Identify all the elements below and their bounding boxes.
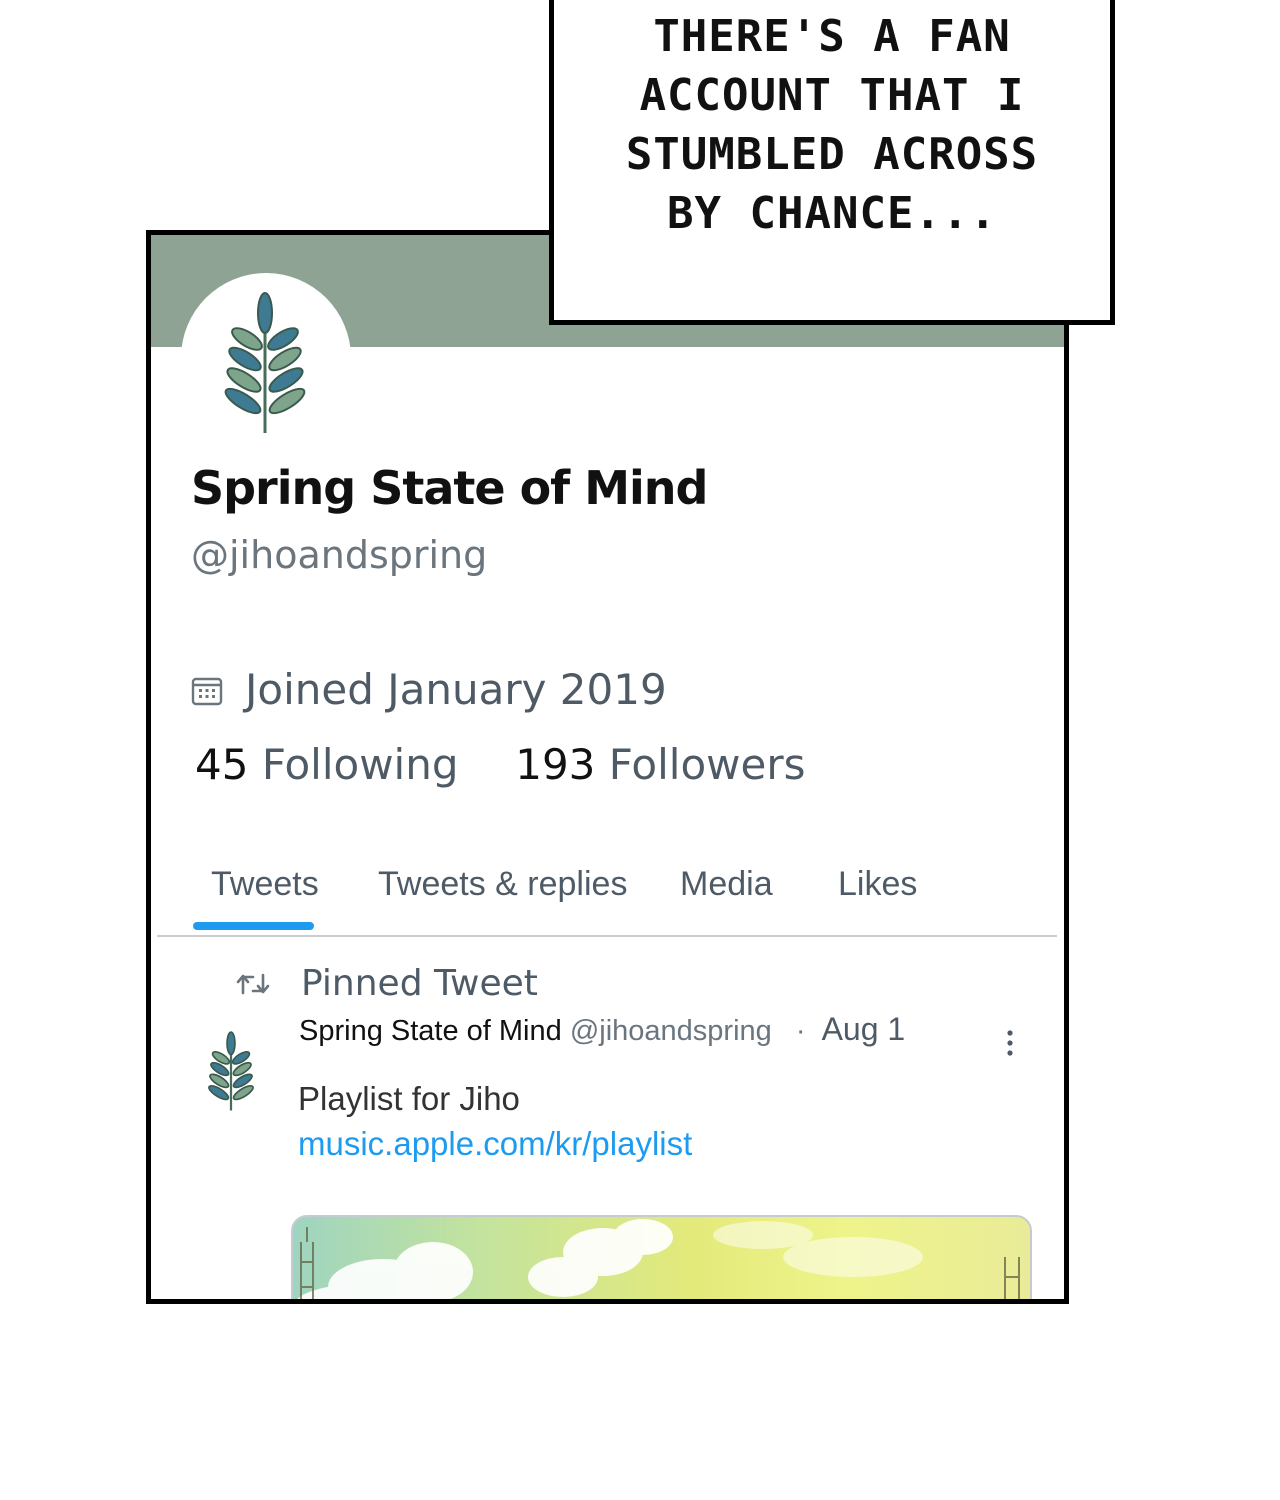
tab-media[interactable]: Media: [680, 865, 773, 904]
media-clouds-illustration: [297, 1219, 1020, 1299]
tweet-media-image[interactable]: [291, 1215, 1032, 1299]
more-options-icon[interactable]: [1005, 1028, 1015, 1058]
profile-avatar[interactable]: [181, 273, 351, 443]
calendar-icon: [191, 677, 223, 705]
tab-tweets[interactable]: Tweets: [211, 865, 319, 904]
pinned-label: Pinned Tweet: [301, 963, 538, 1004]
following-label: Following: [261, 740, 459, 789]
joined-date: Joined January 2019: [191, 665, 667, 714]
narration-caption-box: THERE'S A FAN ACCOUNT THAT I STUMBLED AC…: [549, 0, 1115, 325]
pinned-indicator: Pinned Tweet: [235, 963, 538, 1004]
tab-likes[interactable]: Likes: [838, 865, 917, 904]
tweet-text: Playlist for Jiho: [298, 1080, 520, 1117]
tweet-avatar-icon[interactable]: [203, 1030, 259, 1116]
tab-tweets-replies[interactable]: Tweets & replies: [378, 865, 627, 904]
tweet-link[interactable]: music.apple.com/kr/playlist: [298, 1125, 692, 1163]
joined-text: Joined January 2019: [245, 665, 667, 714]
tweet-separator: ·: [795, 1015, 806, 1047]
retweet-icon: [236, 973, 270, 994]
caption-text: THERE'S A FAN ACCOUNT THAT I STUMBLED AC…: [625, 11, 1039, 239]
active-tab-indicator: [193, 922, 314, 930]
followers-link[interactable]: 193 Followers: [515, 740, 805, 789]
profile-handle: @jihoandspring: [191, 533, 488, 577]
tabs-divider: [157, 935, 1057, 937]
follow-stats: 45 Following 193 Followers: [195, 740, 806, 789]
followers-label: Followers: [608, 740, 806, 789]
tweet-handle[interactable]: @jihoandspring: [570, 1015, 772, 1047]
tweet-author[interactable]: Spring State of Mind: [299, 1015, 562, 1047]
following-link[interactable]: 45 Following: [195, 740, 472, 789]
leaf-sprig-icon: [224, 292, 306, 433]
profile-name: Spring State of Mind: [191, 461, 708, 515]
following-count: 45: [195, 740, 249, 789]
followers-count: 193: [515, 740, 596, 789]
profile-panel: Spring State of Mind @jihoandspring Join…: [146, 230, 1069, 1304]
tweet-date[interactable]: Aug 1: [822, 1011, 906, 1047]
tweet-header: Spring State of Mind @jihoandspring · Au…: [299, 1011, 905, 1048]
